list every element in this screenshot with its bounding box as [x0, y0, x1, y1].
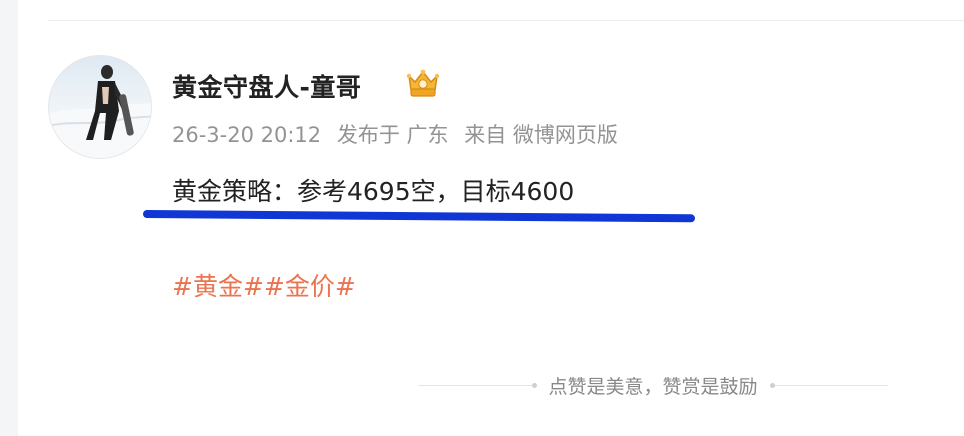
post-time[interactable]: 26-3-20 20:12 [172, 123, 321, 147]
reward-dot-left [531, 382, 537, 388]
annotation-underline [142, 210, 696, 223]
avatar[interactable] [48, 55, 152, 159]
post-location: 发布于 广东 [336, 123, 449, 147]
reward-prompt: 点赞是美意，赞赏是鼓励 [418, 372, 889, 398]
reward-divider-left [418, 384, 532, 386]
reward-divider-right [774, 384, 889, 386]
topic-gold[interactable]: #黄金# [172, 272, 264, 301]
golden-vip-crown-icon[interactable] [403, 66, 443, 100]
post-meta: 26-3-20 20:12 发布于 广东 来自 微博网页版 [172, 119, 627, 149]
post-card: 黄金守盘人-童哥 26-3-20 20:12 发布于 广东 来自 微博网页版 黄… [18, 0, 964, 436]
author-name[interactable]: 黄金守盘人-童哥 [172, 68, 361, 104]
avatar-image [49, 65, 151, 158]
topic-gold-price[interactable]: #金价# [264, 272, 356, 301]
post-source: 来自 微博网页版 [464, 123, 618, 147]
post-text: 黄金策略：参考4695空，目标4600 [172, 177, 575, 206]
reward-text: 点赞是美意，赞赏是鼓励 [548, 375, 758, 398]
post-topics: #黄金##金价# [172, 267, 356, 303]
divider [48, 20, 964, 21]
